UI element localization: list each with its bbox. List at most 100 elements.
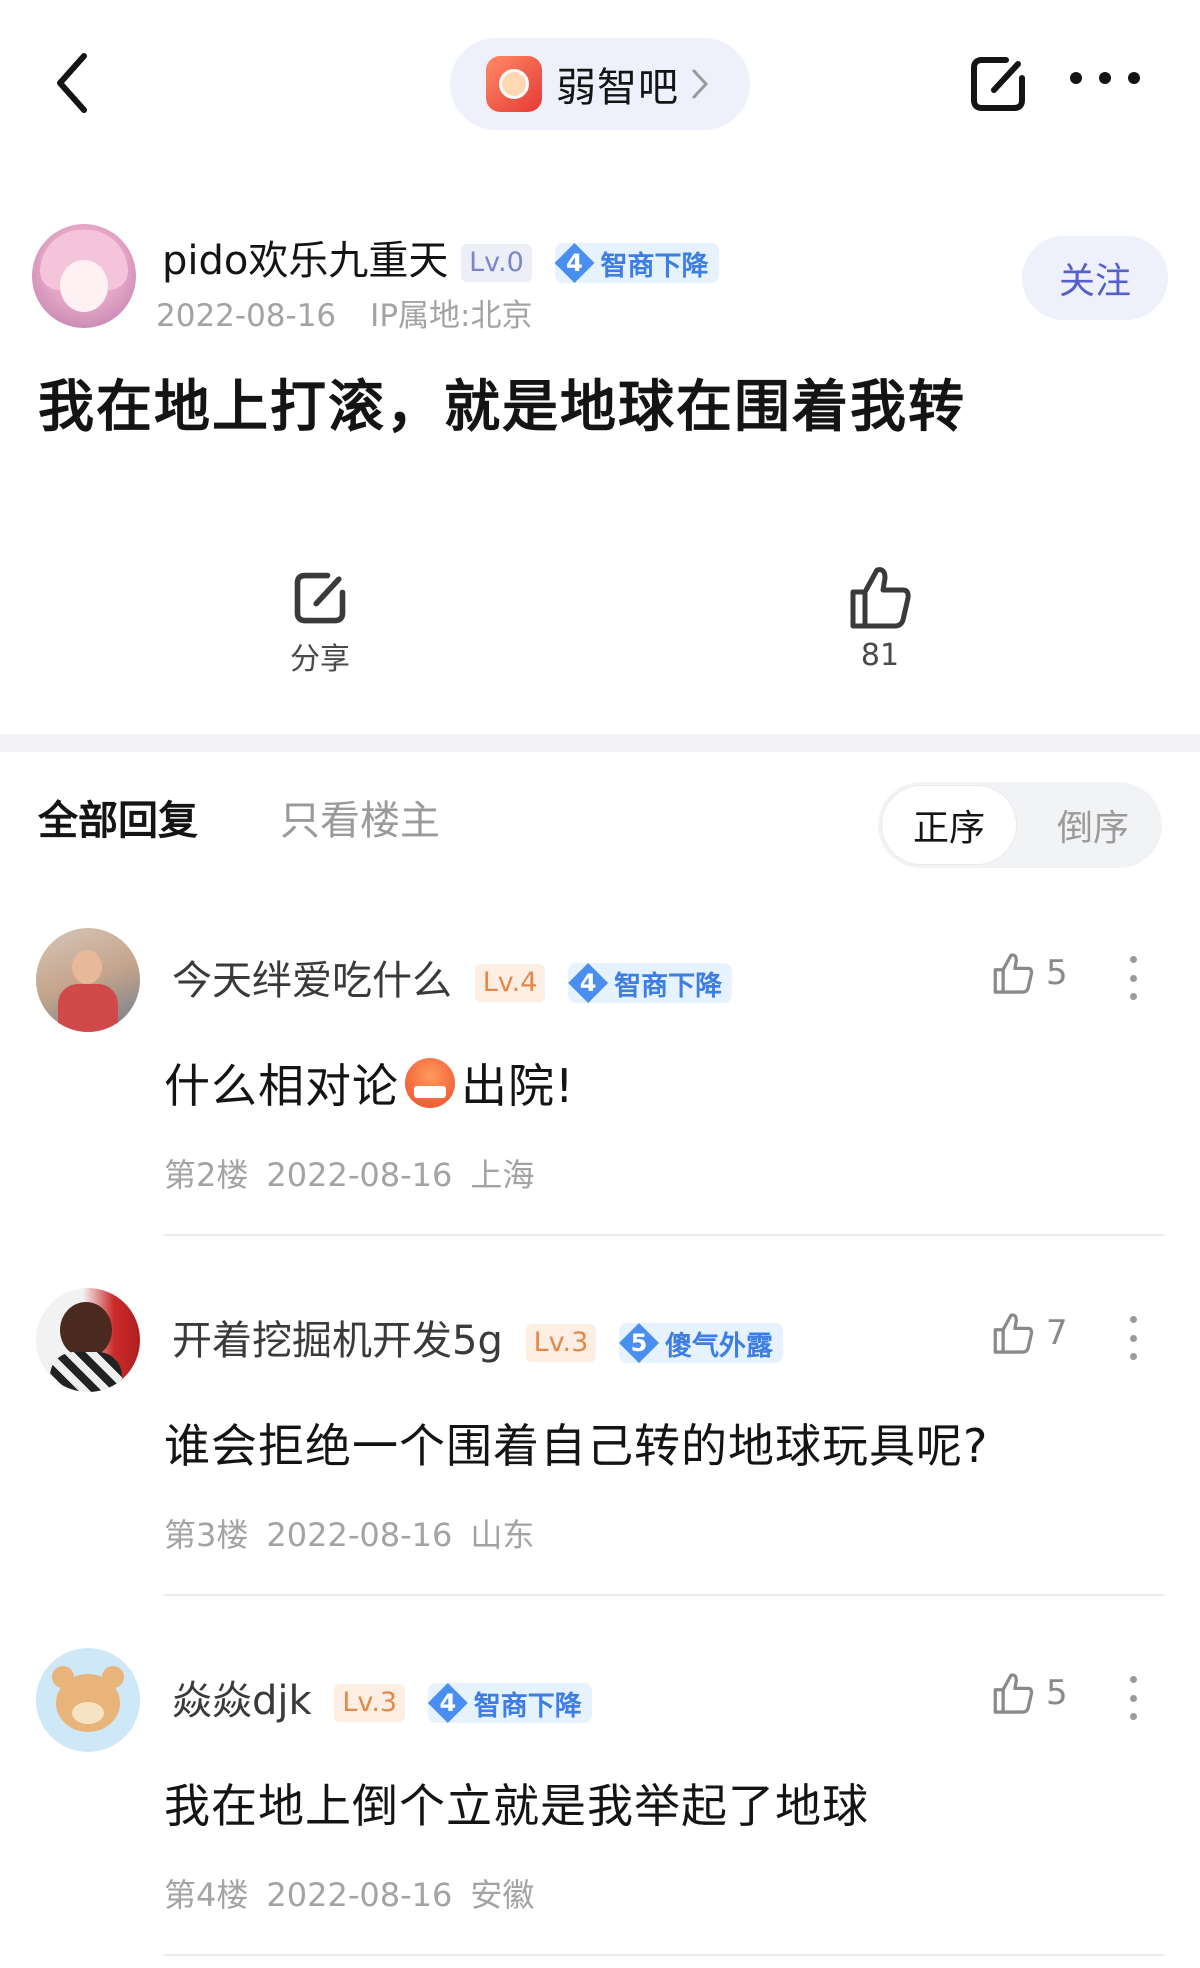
dot-icon [1130,1676,1137,1683]
thumbs-up-icon [850,567,911,629]
dot-icon [1130,1316,1137,1323]
dot-icon [1130,1334,1137,1342]
dot-icon [1128,72,1140,84]
forum-link[interactable]: 弱智吧 [450,38,750,130]
avatar[interactable] [36,928,140,1032]
share-icon [971,57,1025,111]
comment-divider [164,1234,1164,1236]
comment-author[interactable]: 开着挖掘机开发5g Lv.3 5 傻气外露 [172,1308,783,1366]
comment-author-name: 开着挖掘机开发5g [172,1318,503,1364]
dot-icon [1070,72,1082,84]
top-bar: 弱智吧 [0,0,1200,170]
badge-number: 4 [554,243,595,283]
comment-more-button[interactable] [1130,1676,1138,1720]
comment-location: 安徽 [470,1876,535,1914]
dot-icon [1130,956,1137,963]
thumbs-up-icon [993,1673,1034,1714]
title-badge: 4 智商下降 [568,963,733,1003]
like-action[interactable]: 81 [820,562,940,673]
comment-author[interactable]: 今天绊爱吃什么 Lv.4 4 智商下降 [172,948,733,1006]
ip-location: IP属地:北京 [370,298,533,334]
comment-author[interactable]: 焱焱djk Lv.3 4 智商下降 [172,1668,592,1726]
avatar[interactable] [36,1648,140,1752]
sort-descending-button[interactable]: 倒序 [1028,786,1158,864]
dot-icon [1130,1694,1137,1702]
floor-number: 第2楼 [164,1156,249,1194]
post-meta: 2022-08-16 IP属地:北京 [156,290,532,335]
level-badge: Lv.3 [525,1324,597,1362]
share-icon [294,572,346,624]
comment-text: 我在地上倒个立就是我举起了地球 [164,1779,869,1833]
comment-date: 2022-08-16 [266,1156,453,1194]
more-options-button[interactable] [1070,72,1140,96]
post-title: 我在地上打滚，就是地球在围着我转 [38,375,966,440]
comment-text: 谁会拒绝一个围着自己转的地球玩具呢? [164,1419,989,1473]
comment-text-part: 出院! [461,1059,575,1113]
badge-text: 智商下降 [600,250,709,282]
tab-all-replies[interactable]: 全部回复 [38,788,198,846]
badge-text: 智商下降 [614,970,723,1002]
comment-text-part: 什么相对论 [164,1059,399,1113]
section-divider [0,734,1200,752]
forum-avatar [486,56,542,112]
comment-like-count: 5 [1046,1673,1068,1713]
dot-icon [1130,1713,1137,1720]
comment-date: 2022-08-16 [266,1516,453,1554]
comment-location: 山东 [470,1516,535,1554]
share-label: 分享 [290,642,350,677]
comment-meta: 第4楼 2022-08-16 安徽 [164,1870,552,1916]
author-info[interactable]: pido欢乐九重天 Lv.0 4 智商下降 [162,228,719,286]
comment-more-button[interactable] [1130,956,1138,1000]
thumbs-up-icon [993,953,1034,994]
title-badge: 5 傻气外露 [618,1323,783,1363]
author-name: pido欢乐九重天 [162,238,449,284]
dot-icon [1130,1353,1137,1360]
sort-toggle: 正序 倒序 [878,782,1162,868]
comment-author-name: 今天绊爱吃什么 [172,958,452,1004]
avatar[interactable] [36,1288,140,1392]
floor-number: 第3楼 [164,1516,249,1554]
floor-number: 第4楼 [164,1876,249,1914]
comment-like-count: 5 [1046,953,1068,993]
post-author-row: pido欢乐九重天 Lv.0 4 智商下降 2022-08-16 IP属地:北京 … [32,222,1168,335]
comment-meta: 第2楼 2022-08-16 上海 [164,1150,552,1196]
title-badge: 4 智商下降 [427,1683,592,1723]
sort-ascending-button[interactable]: 正序 [882,786,1016,864]
badge-number: 4 [427,1683,468,1723]
comment-location: 上海 [470,1156,535,1194]
chevron-left-icon [57,53,87,113]
badge-text: 傻气外露 [664,1330,773,1362]
share-button[interactable] [966,52,1030,116]
level-badge: Lv.3 [334,1684,406,1722]
comment-divider [164,1594,1164,1596]
forum-name: 弱智吧 [556,65,679,111]
chevron-right-icon [692,69,709,99]
back-button[interactable] [50,48,100,118]
dot-icon [1099,72,1111,84]
comment-item: 焱焱djk Lv.3 4 智商下降 5 我在地上倒个立就是我举起了地球 第4楼 2… [0,1648,1200,1968]
share-action[interactable]: 分享 [260,568,380,678]
angry-face-icon [405,1058,455,1108]
comment-like-button[interactable]: 7 [990,1310,1068,1356]
badge-number: 4 [568,963,609,1003]
comment-divider [164,1954,1164,1956]
comment-like-button[interactable]: 5 [990,1670,1068,1716]
post-date: 2022-08-16 [156,298,337,334]
level-badge: Lv.4 [474,964,546,1002]
thumbs-up-icon [993,1313,1034,1354]
comment-item: 开着挖掘机开发5g Lv.3 5 傻气外露 7 谁会拒绝一个围着自己转的地球玩具… [0,1288,1200,1648]
avatar[interactable] [32,224,136,328]
comment-more-button[interactable] [1130,1316,1138,1360]
tab-op-only[interactable]: 只看楼主 [280,788,440,846]
comment-item: 今天绊爱吃什么 Lv.4 4 智商下降 5 什么相对论 出院! 第2楼 2022-0… [0,928,1200,1288]
comment-date: 2022-08-16 [266,1876,453,1914]
comment-like-count: 7 [1046,1313,1068,1353]
comment-text: 什么相对论 出院! [164,1050,574,1116]
follow-button[interactable]: 关注 [1022,236,1168,320]
dot-icon [1130,974,1137,982]
level-badge: Lv.0 [461,244,532,282]
badge-number: 5 [618,1323,659,1363]
like-count: 81 [860,638,900,673]
comment-author-name: 焱焱djk [172,1678,312,1724]
comment-like-button[interactable]: 5 [990,950,1068,996]
